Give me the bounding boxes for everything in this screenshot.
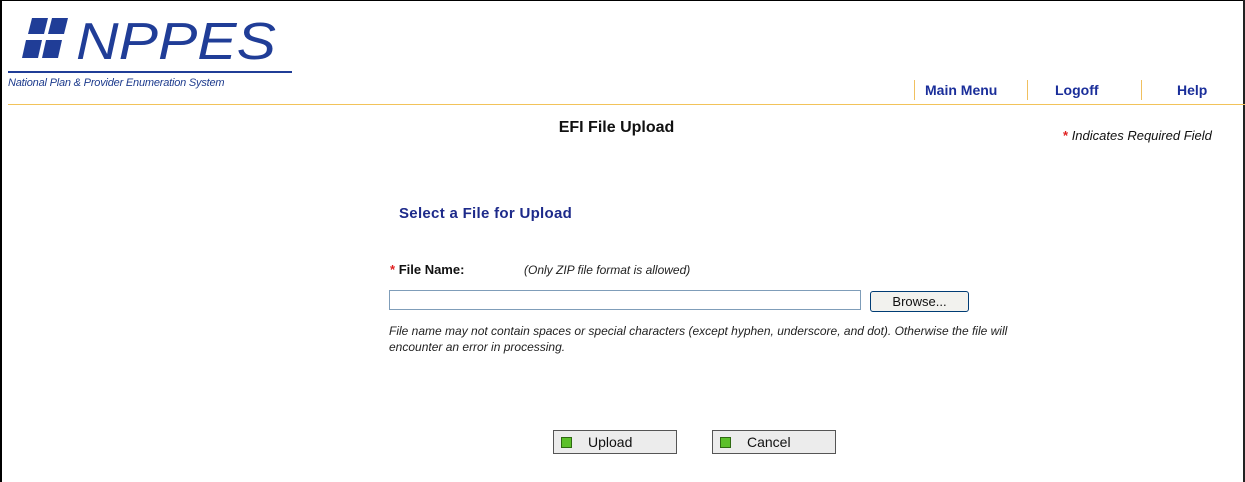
page-title-text: EFI File Upload bbox=[558, 119, 675, 136]
browse-button[interactable]: Browse... bbox=[870, 291, 969, 312]
file-name-help-text: File name may not contain spaces or spec… bbox=[389, 324, 1008, 354]
required-asterisk-icon: * bbox=[1063, 128, 1069, 143]
section-title: Select a File for Upload bbox=[399, 205, 573, 222]
upload-button[interactable]: Upload bbox=[553, 430, 677, 454]
nppes-logo: NPPES bbox=[22, 14, 276, 64]
nav-logoff-link[interactable]: Logoff bbox=[1055, 79, 1099, 101]
file-name-label: File Name: bbox=[398, 262, 465, 277]
required-asterisk-icon: * bbox=[390, 262, 396, 277]
green-square-icon bbox=[561, 436, 572, 448]
nav-main-menu-link[interactable]: Main Menu bbox=[925, 79, 997, 101]
logo-text: NPPES bbox=[76, 14, 276, 64]
required-legend-text: Indicates Required Field bbox=[1071, 128, 1212, 143]
logo-underline bbox=[8, 71, 292, 73]
file-name-label-row: * File Name: (Only ZIP file format is al… bbox=[390, 262, 690, 277]
nav-divider bbox=[1027, 80, 1028, 100]
cancel-button-label: Cancel bbox=[747, 434, 791, 450]
header-divider bbox=[8, 104, 1245, 105]
nav-divider bbox=[914, 80, 915, 100]
green-square-icon bbox=[720, 436, 731, 448]
nav-help-link[interactable]: Help bbox=[1177, 79, 1207, 101]
logo-subtitle: National Plan & Provider Enumeration Sys… bbox=[8, 77, 225, 89]
window-border-top bbox=[0, 0, 1245, 1]
nav-help-label: Help bbox=[1177, 82, 1208, 98]
nav-main-menu-label: Main Menu bbox=[925, 82, 998, 98]
cancel-button[interactable]: Cancel bbox=[712, 430, 836, 454]
file-format-hint: (Only ZIP file format is allowed) bbox=[524, 263, 691, 277]
nav-logoff-label: Logoff bbox=[1055, 82, 1099, 98]
logo-mark-icon bbox=[22, 18, 68, 58]
file-name-input[interactable] bbox=[389, 290, 861, 310]
window-border-left bbox=[0, 0, 2, 482]
upload-button-label: Upload bbox=[588, 434, 633, 450]
nav-divider bbox=[1141, 80, 1142, 100]
required-field-legend: * Indicates Required Field bbox=[1063, 128, 1212, 143]
page-title: EFI File Upload bbox=[0, 119, 1245, 137]
